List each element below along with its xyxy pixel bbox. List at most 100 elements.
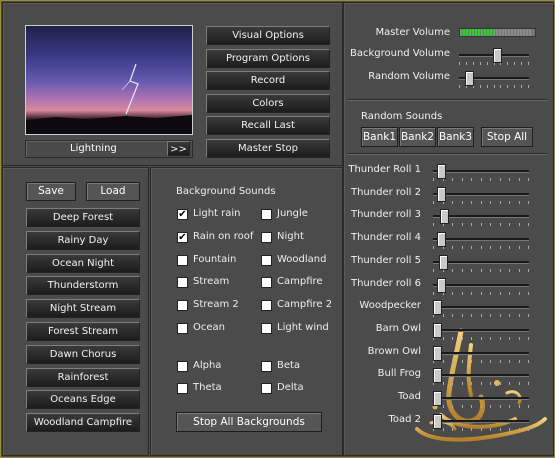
checkbox-label: Light wind (277, 322, 329, 333)
slider-barn-owl-ticks (433, 336, 529, 341)
preset-night-stream[interactable]: Night Stream (26, 299, 140, 319)
preset-thunderstorm[interactable]: Thunderstorm (26, 276, 140, 296)
background-volume-thumb[interactable] (492, 48, 502, 63)
slider-barn-owl-thumb[interactable] (433, 322, 442, 338)
save-button[interactable]: Save (26, 182, 76, 201)
preset-forest-stream[interactable]: Forest Stream (26, 322, 140, 341)
menu-button-record[interactable]: Record (206, 71, 330, 91)
slider-thunder-roll-4-thumb[interactable] (437, 232, 447, 248)
preset-rainy-day[interactable]: Rainy Day (26, 230, 140, 250)
checkbox-label: Theta (193, 382, 222, 393)
random-volume-thumb[interactable] (465, 71, 475, 86)
checkbox-wave-beta[interactable] (261, 361, 272, 372)
slider-brown-owl-track (433, 351, 529, 355)
next-preview-button[interactable]: >> (167, 141, 190, 156)
checkbox-bg-woodland[interactable] (261, 254, 272, 266)
random-volume-label: Random Volume (368, 71, 450, 82)
slider-thunder-roll-6-ticks (433, 291, 529, 296)
slider-thunder-roll-2-track (433, 192, 529, 196)
checkbox-wave-delta[interactable] (261, 383, 272, 394)
checkbox-label: Fountain (193, 253, 237, 265)
load-button[interactable]: Load (86, 182, 140, 201)
stop-all-backgrounds-button[interactable]: Stop All Backgrounds (176, 412, 322, 432)
slider-thunder-roll-1-thumb[interactable] (437, 164, 447, 179)
slider-brown-owl-thumb[interactable] (433, 345, 442, 361)
slider-woodpecker-ticks (433, 314, 529, 318)
checkbox-wave-theta[interactable] (177, 383, 188, 394)
meter-segment (496, 29, 498, 36)
preset-rainforest[interactable]: Rainforest (26, 367, 140, 387)
slider-thunder-roll-2-ticks (433, 200, 529, 205)
meter-segment (490, 29, 492, 36)
preset-deep-forest[interactable]: Deep Forest (26, 208, 140, 227)
slider-thunder-roll-3-thumb[interactable] (439, 209, 449, 225)
checkbox-bg-stream-2[interactable] (177, 300, 188, 312)
checkbox-label: Jungle (277, 208, 308, 219)
section-divider (347, 99, 547, 101)
slider-toad-label: Toad (397, 391, 421, 402)
meter-segment (508, 29, 510, 36)
meter-segment (520, 29, 522, 36)
slider-thunder-roll-3-label: Thunder roll 3 (350, 209, 421, 221)
menu-button-visual-options[interactable]: Visual Options (206, 26, 330, 45)
menu-button-program-options[interactable]: Program Options (206, 48, 330, 68)
checkbox-wave-alpha[interactable] (177, 361, 188, 372)
meter-segment (481, 29, 483, 36)
checkbox-bg-campfire-2[interactable] (261, 300, 272, 312)
slider-thunder-roll-5-thumb[interactable] (439, 254, 449, 270)
slider-woodpecker-thumb[interactable] (433, 300, 442, 316)
stop-all-random-button[interactable]: Stop All (481, 127, 533, 147)
checkbox-bg-ocean[interactable] (177, 323, 188, 334)
meter-segment (472, 29, 474, 36)
preset-oceans-edge[interactable]: Oceans Edge (26, 390, 140, 410)
background-volume-label: Background Volume (349, 48, 450, 59)
meter-segment (514, 29, 516, 36)
meter-segment (475, 29, 477, 36)
meter-segment (517, 29, 519, 36)
slider-barn-owl-label: Barn Owl (375, 322, 421, 334)
slider-thunder-roll-6-label: Thunder roll 6 (350, 277, 421, 289)
slider-brown-owl-ticks (433, 359, 529, 364)
checkbox-bg-campfire[interactable] (261, 277, 272, 289)
menu-button-recall-last[interactable]: Recall Last (206, 116, 330, 136)
preset-woodland-campfire[interactable]: Woodland Campfire (26, 413, 140, 433)
slider-thunder-roll-4-ticks (433, 246, 529, 250)
slider-woodpecker-track (433, 306, 529, 310)
bank-button-bank1[interactable]: Bank1 (361, 127, 398, 147)
checkbox-label: Light rain (193, 208, 241, 219)
checkbox-bg-jungle[interactable] (261, 209, 272, 220)
checkbox-bg-stream[interactable] (177, 277, 188, 289)
master-volume-label: Master Volume (375, 27, 450, 38)
slider-thunder-roll-4-label: Thunder roll 4 (350, 232, 421, 244)
checkbox-bg-light-wind[interactable] (261, 323, 272, 334)
checkbox-label: Alpha (193, 360, 222, 371)
master-volume-meter[interactable] (459, 28, 536, 37)
checkbox-bg-night[interactable] (261, 231, 272, 243)
meter-segment (478, 29, 480, 36)
checkbox-label: Stream 2 (193, 299, 239, 311)
slider-thunder-roll-6-track (433, 283, 529, 287)
meter-segment (529, 29, 531, 36)
menu-button-master-stop[interactable]: Master Stop (206, 139, 330, 158)
slider-thunder-roll-2-thumb[interactable] (437, 186, 447, 202)
slider-toad-2-thumb[interactable] (433, 413, 442, 429)
slider-bull-frog-label: Bull Frog (377, 368, 421, 380)
slider-bull-frog-thumb[interactable] (433, 368, 442, 384)
checkbox-bg-light-rain[interactable]: ✔ (177, 209, 188, 220)
checkbox-label: Campfire 2 (277, 299, 333, 311)
bank-button-bank2[interactable]: Bank2 (399, 127, 436, 147)
meter-segment (499, 29, 501, 36)
checkbox-bg-rain-on-roof[interactable]: ✔ (177, 231, 188, 243)
preset-ocean-night[interactable]: Ocean Night (26, 253, 140, 273)
menu-button-colors[interactable]: Colors (206, 93, 330, 113)
slider-toad-thumb[interactable] (433, 391, 442, 406)
preset-dawn-chorus[interactable]: Dawn Chorus (26, 344, 140, 364)
bank-button-bank3[interactable]: Bank3 (437, 127, 474, 147)
checkbox-label: Woodland (277, 253, 327, 265)
slider-thunder-roll-1-label: Thunder Roll 1 (348, 164, 421, 175)
preview-caption: Lightning (70, 143, 117, 154)
meter-segment (505, 29, 507, 36)
checkbox-bg-fountain[interactable] (177, 254, 188, 266)
slider-thunder-roll-6-thumb[interactable] (437, 277, 447, 293)
slider-barn-owl-track (433, 328, 529, 332)
